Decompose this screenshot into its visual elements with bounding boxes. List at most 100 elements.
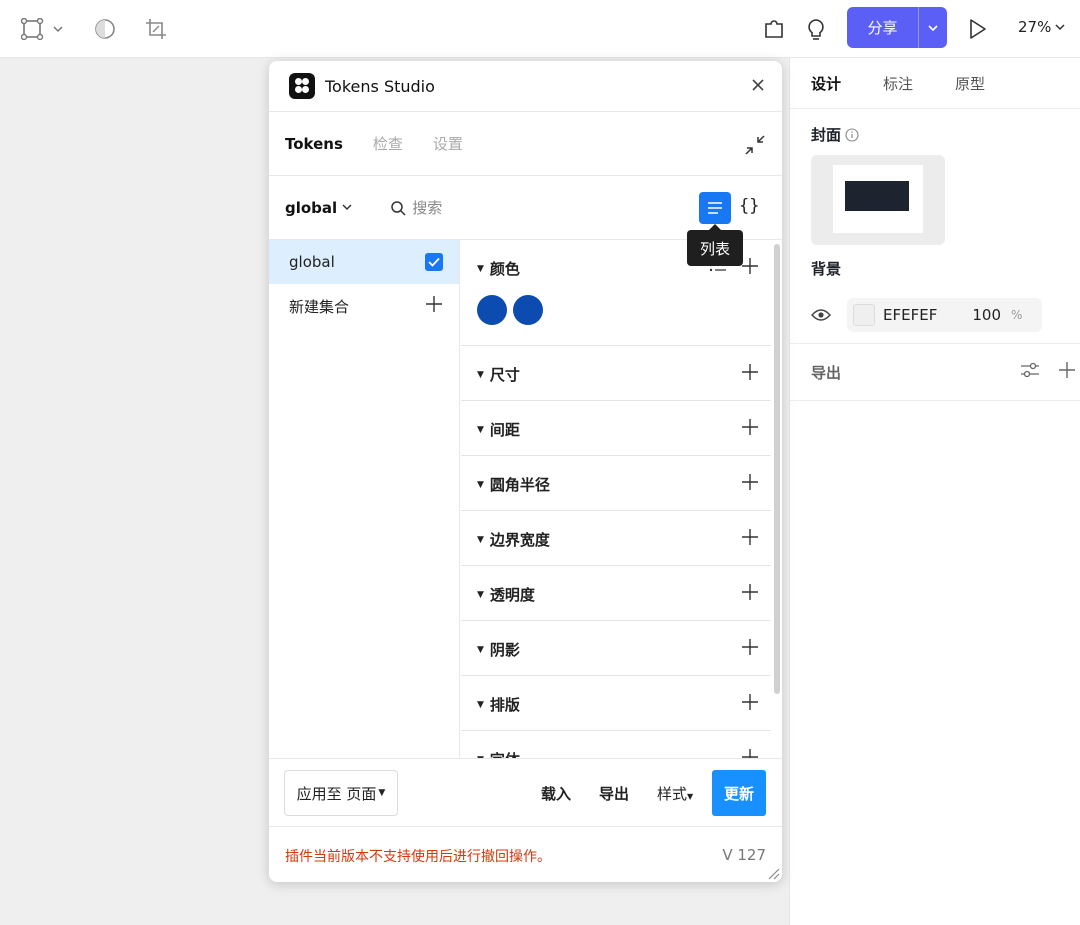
tokens-studio-logo-icon	[289, 73, 315, 99]
token-set-item[interactable]: global	[269, 240, 459, 284]
play-icon[interactable]	[962, 14, 992, 44]
share-button[interactable]: 分享	[847, 7, 947, 48]
lightbulb-icon[interactable]	[801, 14, 831, 44]
caret-down-icon: ▼	[477, 263, 484, 274]
cover-thumbnail[interactable]	[811, 155, 945, 245]
zoom-value: 27%	[1018, 18, 1052, 36]
plugin-tabs: Tokens 检查 设置	[269, 112, 782, 176]
add-icon[interactable]	[741, 583, 759, 601]
check-icon	[428, 257, 440, 267]
add-icon[interactable]	[741, 257, 759, 275]
token-group-label: 边界宽度	[489, 531, 550, 549]
new-set-item[interactable]: 新建集合	[269, 284, 459, 328]
token-group-header[interactable]: ▼ 尺寸	[477, 364, 520, 385]
add-icon[interactable]	[741, 418, 759, 436]
settings-sliders-icon[interactable]	[1020, 361, 1040, 379]
token-group-header[interactable]: ▼ 边界宽度	[477, 529, 550, 550]
background-opacity[interactable]: 100	[971, 306, 1001, 324]
caret-down-icon: ▼	[477, 424, 484, 435]
update-button[interactable]: 更新	[712, 770, 766, 816]
token-group-label: 字体	[490, 749, 520, 758]
token-group-header[interactable]: ▼ 圆角半径	[477, 474, 550, 495]
background-label: 背景	[811, 260, 842, 278]
token-set-select[interactable]: global	[285, 199, 352, 217]
token-groups: ▼ 颜色 ▼ 尺寸 ▼ 间距 ▼ 圆角半径 ▼ 边界宽度 ▼ 透明度 ▼ 阴影 …	[461, 240, 771, 758]
add-icon[interactable]	[741, 748, 759, 758]
token-group-header[interactable]: ▼字体	[477, 749, 520, 758]
tab-settings[interactable]: 设置	[433, 133, 463, 154]
styles-button[interactable]: 样式▼	[657, 783, 693, 804]
search-input[interactable]: 搜索	[390, 197, 442, 218]
plugin-title: Tokens Studio	[325, 76, 435, 96]
add-icon[interactable]	[741, 363, 759, 381]
component-tool-icon[interactable]	[20, 14, 66, 44]
color-token-list	[477, 295, 543, 325]
chevron-down-icon	[1055, 23, 1065, 30]
background-hex[interactable]: EFEFEF	[883, 306, 971, 324]
zoom-control[interactable]: 27%	[1018, 18, 1065, 36]
load-button[interactable]: 载入	[541, 783, 571, 804]
right-panel-tabs: 设计 标注 原型	[790, 58, 1080, 109]
token-group-header[interactable]: ▼ 间距	[477, 419, 520, 440]
resize-handle-icon[interactable]	[766, 866, 780, 880]
eye-icon[interactable]	[811, 308, 831, 322]
token-sets-list: global 新建集合	[269, 240, 460, 758]
plugin-header: Tokens Studio	[269, 61, 782, 112]
background-color-field[interactable]: EFEFEF 100 %	[847, 298, 1042, 332]
contrast-icon[interactable]	[90, 14, 120, 44]
token-group-label: 尺寸	[489, 366, 520, 384]
tab-design[interactable]: 设计	[811, 73, 841, 94]
tab-prototype[interactable]: 原型	[955, 73, 985, 94]
scrollbar[interactable]	[774, 244, 780, 694]
list-view-button[interactable]	[699, 192, 731, 224]
plugin-footer: 应用至 页面 ▼ 载入 导出 样式▼ 更新	[269, 758, 782, 826]
background-swatch[interactable]	[853, 304, 875, 326]
add-icon[interactable]	[741, 528, 759, 546]
token-group-font-family: ▼字体	[461, 731, 771, 758]
list-view-tooltip: 列表	[687, 224, 743, 266]
plugin-icon[interactable]	[759, 14, 789, 44]
token-group-label: 阴影	[489, 641, 520, 659]
apply-to-label: 应用至 页面	[296, 784, 377, 803]
token-group-header[interactable]: ▼ 排版	[477, 694, 520, 715]
export-button[interactable]: 导出	[599, 783, 629, 804]
info-icon	[845, 127, 859, 142]
close-icon[interactable]	[750, 77, 766, 93]
percent-sign: %	[1011, 308, 1023, 322]
cover-section-title: 封面	[811, 124, 859, 145]
chevron-down-icon	[342, 204, 352, 211]
add-icon[interactable]	[1058, 361, 1076, 379]
share-dropdown[interactable]	[918, 7, 947, 48]
json-view-button[interactable]: {}	[739, 196, 759, 216]
add-icon[interactable]	[741, 473, 759, 491]
search-icon	[391, 200, 406, 216]
token-group-border-width: ▼ 边界宽度	[461, 511, 771, 566]
caret-down-icon: ▼	[477, 589, 484, 600]
collapse-icon[interactable]	[744, 134, 766, 156]
plugin-body: global 新建集合 ▼ 颜色 ▼ 尺寸 ▼ 间距 ▼ 圆角半径 ▼ 边界宽度…	[269, 240, 782, 758]
token-group-header[interactable]: ▼ 颜色	[477, 258, 520, 279]
token-group-header[interactable]: ▼ 阴影	[477, 639, 520, 660]
tab-inspect[interactable]: 检查	[373, 133, 403, 154]
add-icon[interactable]	[741, 693, 759, 711]
undo-warning: 插件当前版本不支持使用后进行撤回操作。	[285, 849, 551, 865]
tokens-studio-plugin: Tokens Studio Tokens 检查 设置 global 搜索 {} …	[269, 61, 782, 882]
apply-to-select[interactable]: 应用至 页面 ▼	[284, 770, 398, 816]
share-label: 分享	[867, 19, 898, 37]
background-row: EFEFEF 100 %	[811, 298, 1071, 332]
tab-annotate[interactable]: 标注	[883, 73, 913, 94]
new-set-label: 新建集合	[289, 297, 350, 316]
color-token-swatch[interactable]	[477, 295, 507, 325]
caret-down-icon: ▼	[477, 699, 484, 710]
color-token-swatch[interactable]	[513, 295, 543, 325]
token-group-label: 透明度	[489, 586, 535, 604]
token-set-checkbox[interactable]	[425, 253, 443, 271]
export-actions	[1020, 361, 1076, 379]
add-icon[interactable]	[741, 638, 759, 656]
crop-icon[interactable]	[141, 14, 171, 44]
add-icon[interactable]	[425, 295, 443, 313]
caret-down-icon: ▼	[477, 534, 484, 545]
tab-tokens[interactable]: Tokens	[285, 135, 343, 153]
token-group-header[interactable]: ▼ 透明度	[477, 584, 535, 605]
divider	[790, 400, 1080, 401]
